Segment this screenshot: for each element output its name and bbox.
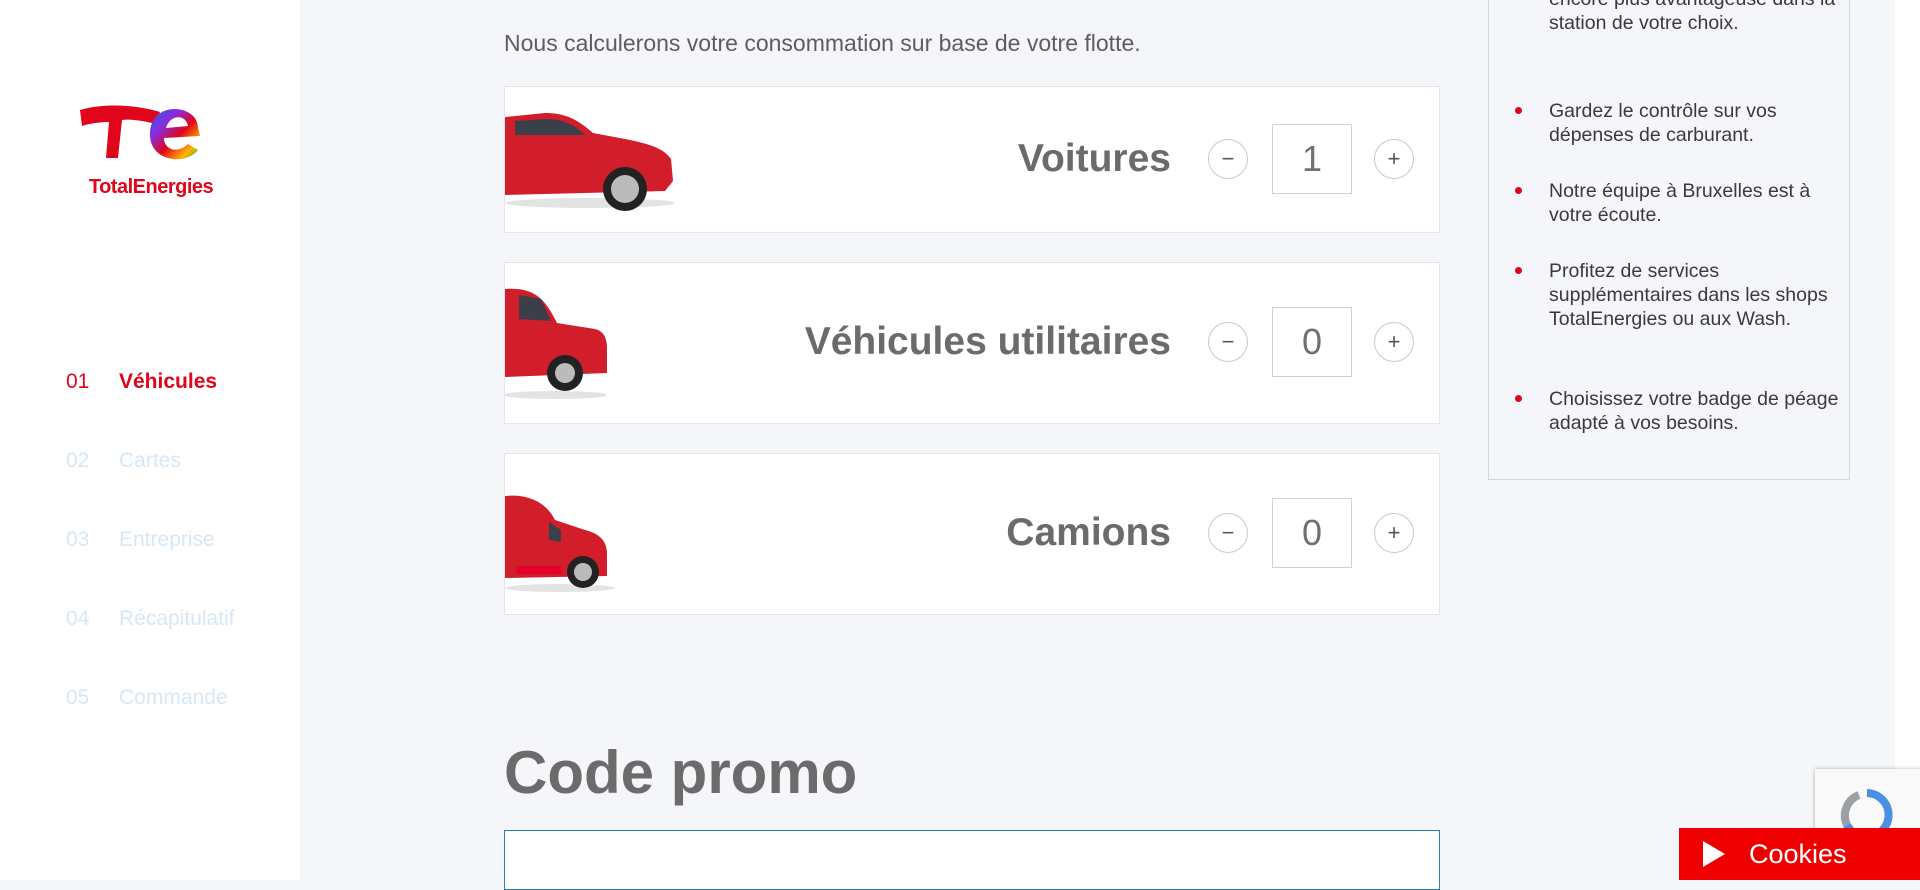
- promo-code-title: Code promo: [504, 739, 858, 806]
- increment-button[interactable]: +: [1374, 513, 1414, 553]
- step-label: Commande: [119, 686, 228, 709]
- bullet-icon: [1515, 107, 1522, 114]
- increment-button[interactable]: +: [1374, 322, 1414, 362]
- quantity-field[interactable]: 1: [1272, 124, 1352, 194]
- step-label: Entreprise: [119, 528, 215, 551]
- step-cartes[interactable]: 02 Cartes: [66, 449, 235, 528]
- benefit-text: encore plus avantageuse dans la station …: [1549, 0, 1835, 34]
- quantity-field[interactable]: 0: [1272, 498, 1352, 568]
- vehicle-row-camions: Camions − 0 +: [504, 453, 1440, 615]
- benefit-text: Choisissez votre badge de péage adapté à…: [1549, 388, 1839, 434]
- step-number: 03: [66, 528, 90, 551]
- bullet-icon: [1515, 267, 1522, 274]
- step-commande[interactable]: 05 Commande: [66, 686, 235, 765]
- step-label: Récapitulatif: [119, 607, 235, 630]
- truck-icon: [505, 495, 615, 592]
- vehicle-label: Véhicules utilitaires: [804, 320, 1171, 363]
- benefit-item: Choisissez votre badge de péage adapté à…: [1515, 387, 1839, 435]
- logo-mark-icon: [80, 105, 200, 160]
- benefit-item: encore plus avantageuse dans la station …: [1549, 0, 1839, 35]
- decrement-button[interactable]: −: [1208, 139, 1248, 179]
- vehicle-label: Voitures: [1017, 137, 1171, 180]
- benefit-item: Notre équipe à Bruxelles est à votre éco…: [1515, 179, 1839, 227]
- cookies-button[interactable]: Cookies: [1679, 828, 1920, 880]
- step-number: 01: [66, 370, 90, 393]
- intro-text: Nous calculerons votre consommation sur …: [504, 30, 1141, 56]
- sidebar: TotalEnergies 01 Véhicules 02 Cartes 03 …: [0, 0, 300, 880]
- cookies-label: Cookies: [1749, 838, 1847, 869]
- benefit-text: Gardez le contrôle sur vos dépenses de c…: [1549, 100, 1777, 146]
- totalenergies-logo[interactable]: TotalEnergies: [78, 92, 224, 202]
- benefit-item: Profitez de services supplémentaires dan…: [1515, 259, 1839, 331]
- decrement-button[interactable]: −: [1208, 513, 1248, 553]
- logo-wordmark: TotalEnergies: [88, 176, 214, 198]
- step-navigation: 01 Véhicules 02 Cartes 03 Entreprise 04 …: [66, 370, 235, 765]
- vehicle-label: Camions: [1006, 511, 1171, 554]
- step-number: 02: [66, 449, 90, 472]
- increment-button[interactable]: +: [1374, 139, 1414, 179]
- step-number: 05: [66, 686, 90, 709]
- benefit-item: Gardez le contrôle sur vos dépenses de c…: [1515, 99, 1839, 147]
- bullet-icon: [1515, 187, 1522, 194]
- page-edge: [1895, 0, 1920, 880]
- step-entreprise[interactable]: 03 Entreprise: [66, 528, 235, 607]
- quantity-field[interactable]: 0: [1272, 307, 1352, 377]
- benefits-panel: encore plus avantageuse dans la station …: [1488, 0, 1850, 480]
- benefit-text: Notre équipe à Bruxelles est à votre éco…: [1549, 180, 1811, 226]
- vehicle-row-voitures: Voitures − 1 +: [504, 86, 1440, 233]
- van-icon: [505, 288, 607, 399]
- promo-code-input[interactable]: [504, 830, 1440, 890]
- step-number: 04: [66, 607, 90, 630]
- benefit-text: Profitez de services supplémentaires dan…: [1549, 260, 1828, 330]
- vehicle-row-utilitaires: Véhicules utilitaires − 0 +: [504, 262, 1440, 424]
- play-icon: [1703, 841, 1725, 867]
- step-vehicules[interactable]: 01 Véhicules: [66, 370, 235, 449]
- step-recapitulatif[interactable]: 04 Récapitulatif: [66, 607, 235, 686]
- decrement-button[interactable]: −: [1208, 322, 1248, 362]
- step-label: Cartes: [119, 449, 181, 472]
- bullet-icon: [1515, 395, 1522, 402]
- car-icon: [505, 113, 675, 211]
- step-label: Véhicules: [119, 370, 218, 393]
